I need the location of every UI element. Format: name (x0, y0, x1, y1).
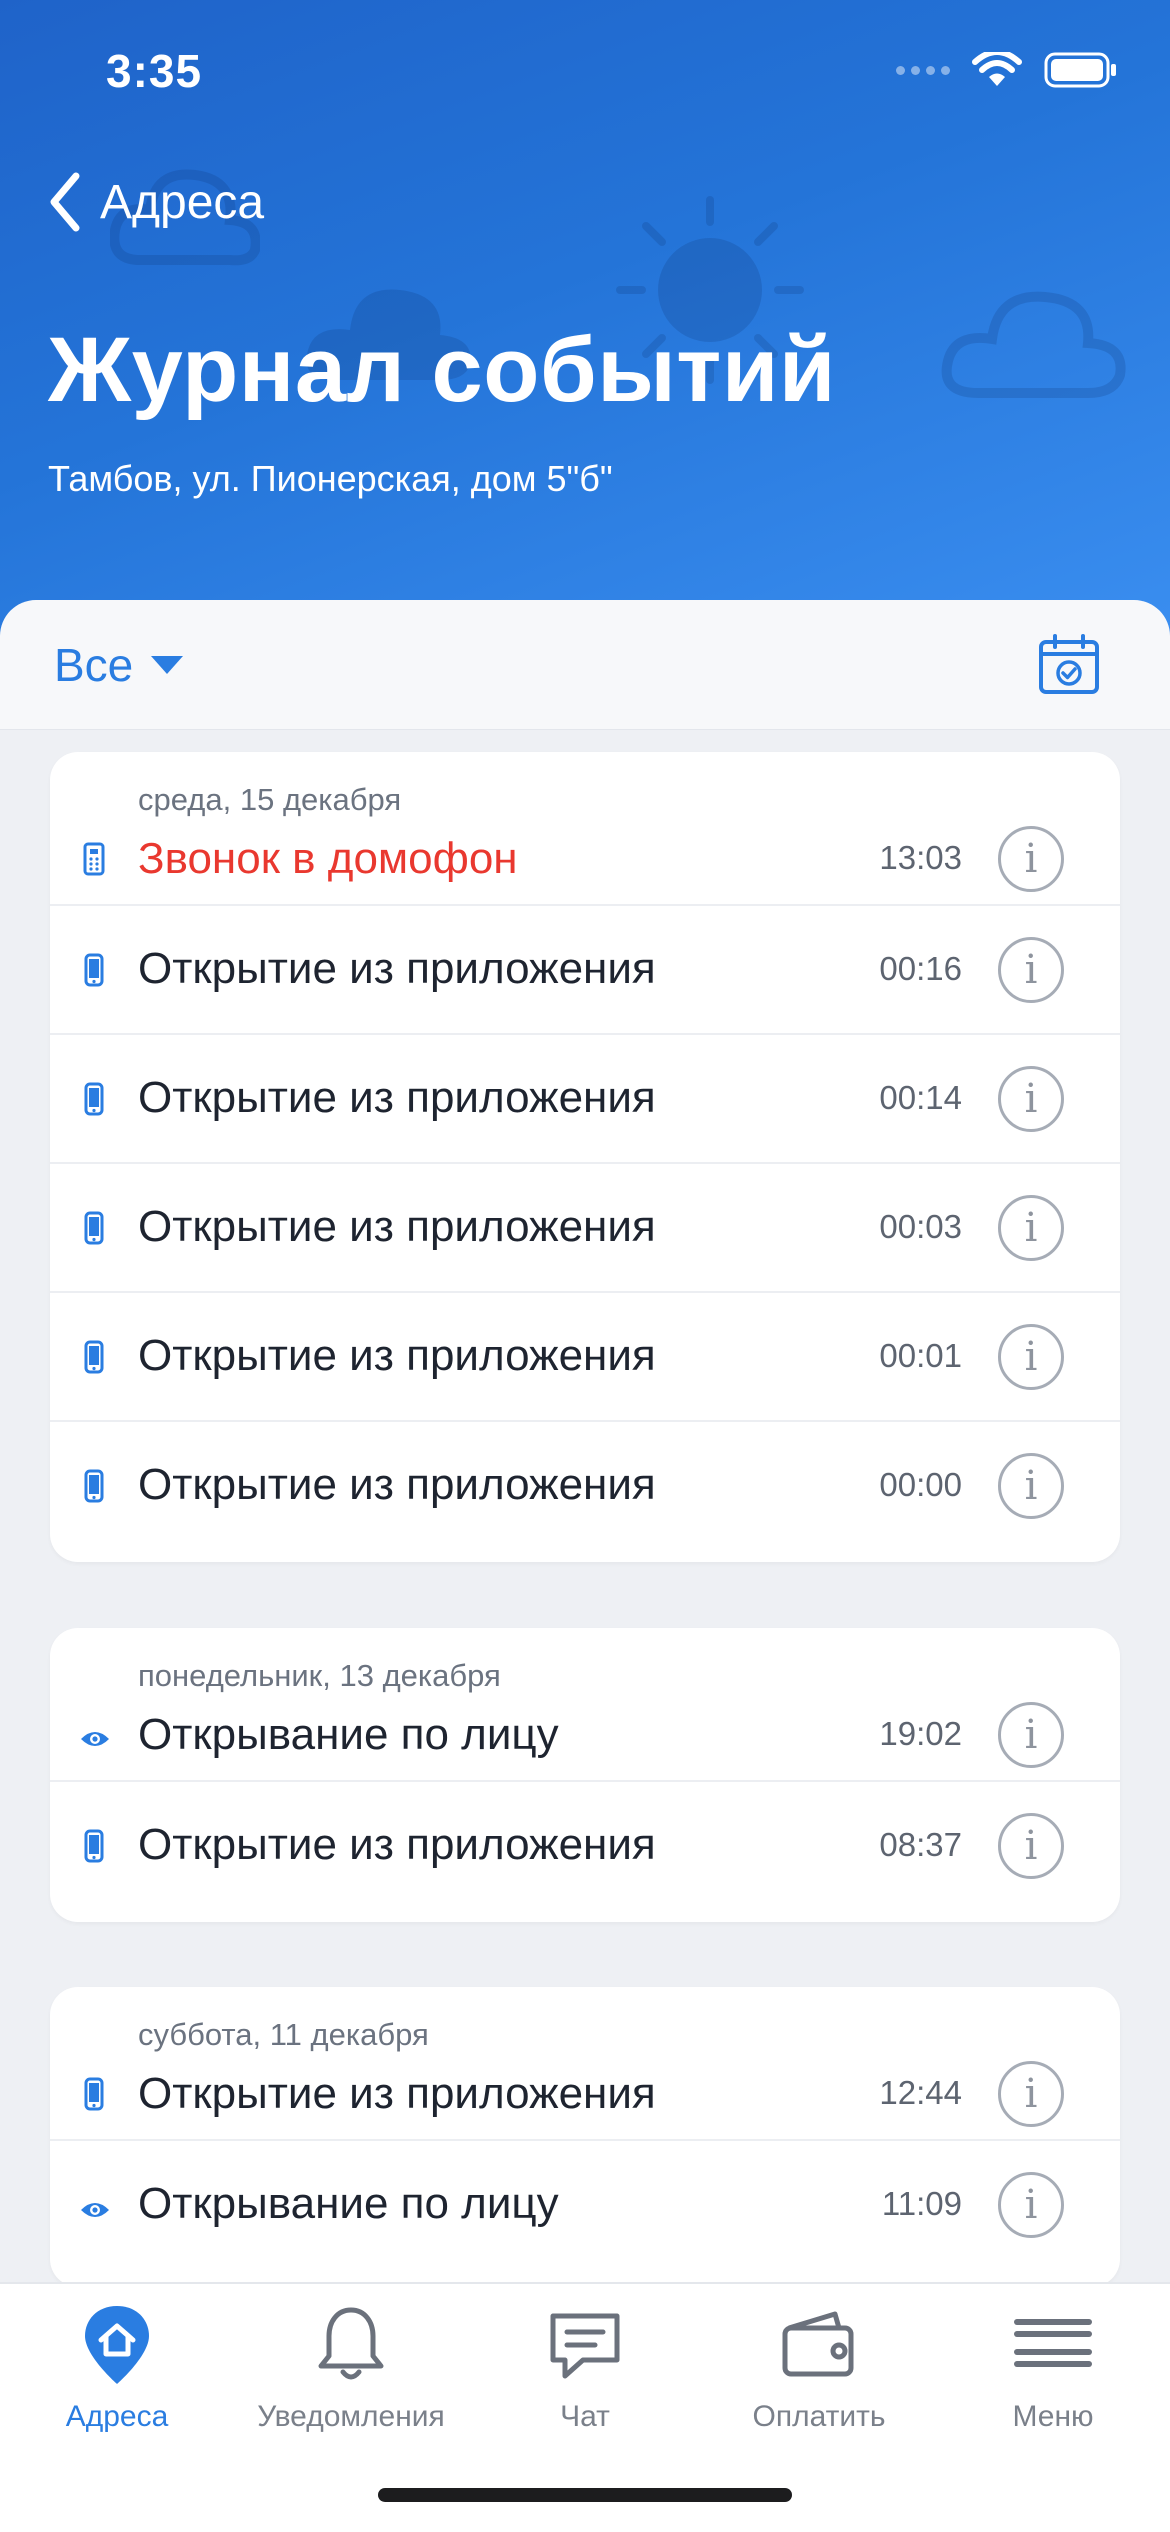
event-row[interactable]: Открывание по лицу 11:09 i (50, 2141, 1120, 2270)
event-row[interactable]: Открытие из приложения 00:01 i (50, 1293, 1120, 1422)
event-row[interactable]: Открытие из приложения 00:03 i (50, 1164, 1120, 1293)
event-time: 00:01 (879, 1337, 962, 1374)
event-label: Открытие из приложения (138, 2069, 656, 2118)
page-title: Журнал событий (48, 319, 836, 421)
event-label: Открытие из приложения (138, 1202, 656, 1251)
tab-menu[interactable]: Меню (936, 2302, 1170, 2434)
phone-icon (84, 1340, 104, 1374)
info-button[interactable]: i (998, 2061, 1064, 2127)
chat-icon (550, 2313, 620, 2379)
event-row[interactable]: Открытие из приложения 12:44 i (50, 2059, 1120, 2141)
wifi-icon (972, 52, 1022, 86)
tab-label: Оплатить (752, 2400, 886, 2433)
event-time: 00:14 (879, 1079, 962, 1116)
info-button[interactable]: i (998, 2172, 1064, 2238)
caret-down-icon (151, 656, 184, 674)
filter-value: Все (54, 639, 134, 691)
event-label: Открытие из приложения (138, 1460, 656, 1509)
event-row[interactable]: Открывание по лицу 19:02 i (50, 1700, 1120, 1782)
tab-label: Адреса (65, 2400, 169, 2433)
info-button[interactable]: i (998, 1813, 1064, 1879)
back-label: Адреса (100, 175, 265, 229)
tab-notifications[interactable]: Уведомления (234, 2302, 468, 2434)
eye-icon (81, 1732, 109, 1746)
event-time: 12:44 (879, 2074, 962, 2111)
signal-icon (896, 65, 950, 75)
phone-icon (84, 1829, 104, 1863)
phone-icon (84, 1469, 104, 1503)
event-label: Звонок в домофон (138, 834, 518, 883)
event-group: понедельник, 13 декабря Открывание по ли… (50, 1628, 1120, 1922)
info-button[interactable]: i (998, 1453, 1064, 1519)
event-time: 00:03 (879, 1208, 962, 1245)
tab-pay[interactable]: Оплатить (702, 2302, 936, 2434)
group-date: среда, 15 декабря (138, 782, 402, 817)
home-indicator[interactable] (378, 2488, 792, 2502)
eye-icon (81, 2203, 109, 2217)
event-label: Открытие из приложения (138, 944, 656, 993)
event-row[interactable]: Открытие из приложения 00:16 i (50, 906, 1120, 1035)
info-button[interactable]: i (998, 826, 1064, 892)
intercom-icon (83, 842, 105, 876)
tab-label: Чат (560, 2400, 610, 2433)
home-pin-icon (85, 2306, 149, 2384)
info-button[interactable]: i (998, 1324, 1064, 1390)
info-button[interactable]: i (998, 937, 1064, 1003)
address-subtitle: Тамбов, ул. Пионерская, дом 5"б" (48, 458, 613, 499)
tab-label: Меню (1012, 2400, 1094, 2433)
event-label: Открывание по лицу (138, 1710, 559, 1759)
event-time: 11:09 (881, 2185, 962, 2222)
tab-addresses[interactable]: Адреса (0, 2302, 234, 2434)
bell-icon (318, 2307, 384, 2380)
status-time: 3:35 (106, 45, 203, 97)
info-button[interactable]: i (998, 1066, 1064, 1132)
phone-icon (84, 2077, 104, 2111)
event-time: 00:00 (879, 1466, 962, 1503)
phone-icon (84, 1211, 104, 1245)
phone-icon (84, 953, 104, 987)
tab-chat[interactable]: Чат (468, 2302, 702, 2434)
filter-dropdown[interactable]: Все (54, 638, 185, 692)
tab-label: Уведомления (257, 2400, 445, 2433)
event-group: среда, 15 декабря Звонок в домофон 13:03… (50, 752, 1120, 1562)
event-time: 13:03 (879, 839, 962, 876)
group-date: понедельник, 13 декабря (138, 1658, 501, 1693)
event-time: 19:02 (879, 1715, 962, 1752)
info-button[interactable]: i (998, 1702, 1064, 1768)
calendar-icon[interactable] (1038, 634, 1100, 696)
event-row[interactable]: Открытие из приложения 00:14 i (50, 1035, 1120, 1164)
group-date: суббота, 11 декабря (138, 2017, 429, 2052)
wallet-icon (782, 2311, 854, 2377)
event-label: Открывание по лицу (138, 2179, 559, 2228)
event-time: 08:37 (879, 1826, 962, 1863)
filter-bar: Все (0, 600, 1170, 730)
event-time: 00:16 (879, 950, 962, 987)
event-label: Открытие из приложения (138, 1331, 656, 1380)
event-label: Открытие из приложения (138, 1820, 656, 1869)
cloud-icon (941, 291, 1126, 398)
info-button[interactable]: i (998, 1195, 1064, 1261)
back-button[interactable]: Адреса (48, 172, 264, 232)
status-icons (896, 52, 1118, 88)
header: 3:35 Адреса Журнал событий Тамбов, ул. П… (0, 0, 1170, 640)
event-row[interactable]: Звонок в домофон 13:03 i (50, 824, 1120, 906)
menu-icon (1014, 2319, 1092, 2367)
event-label: Открытие из приложения (138, 1073, 656, 1122)
event-group: суббота, 11 декабря Открытие из приложен… (50, 1987, 1120, 2287)
event-row[interactable]: Открытие из приложения 00:00 i (50, 1422, 1120, 1562)
chevron-left-icon (50, 172, 80, 232)
battery-icon (1044, 52, 1116, 88)
phone-icon (84, 1082, 104, 1116)
event-row[interactable]: Открытие из приложения 08:37 i (50, 1782, 1120, 1922)
